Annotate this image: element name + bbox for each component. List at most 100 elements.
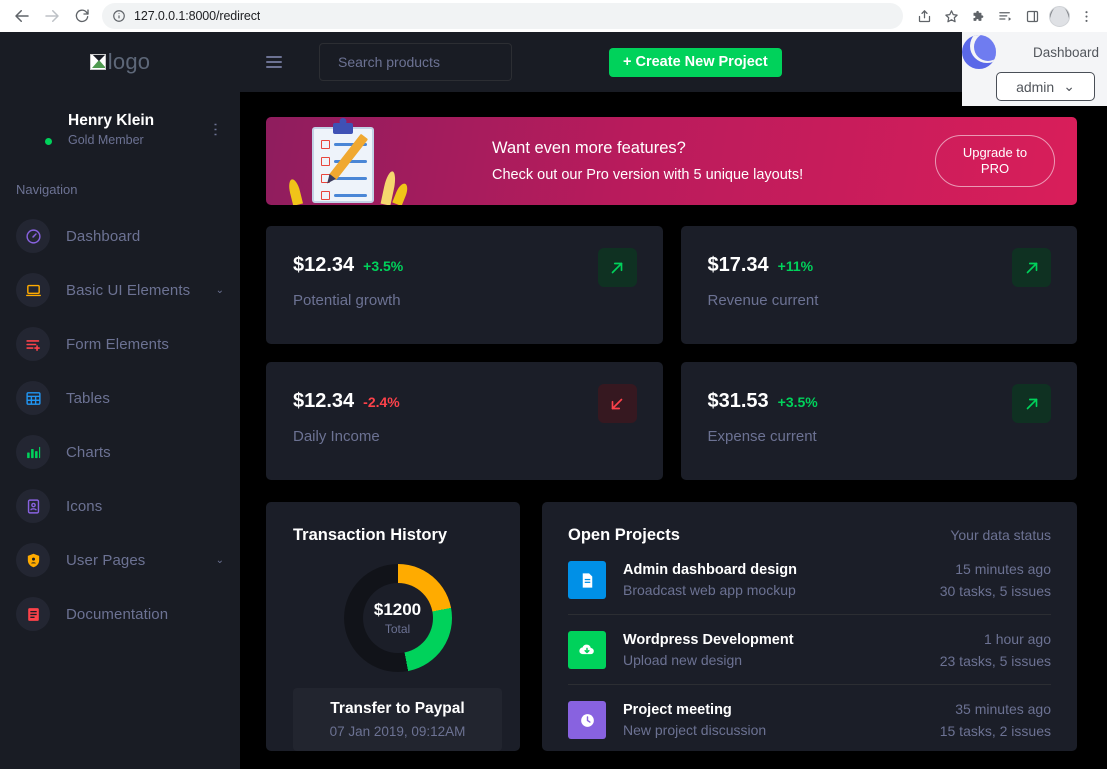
profile-name: Henry Klein bbox=[68, 111, 155, 129]
side-panel-icon[interactable] bbox=[1019, 3, 1045, 29]
url-text: 127.0.0.1:8000/redirect bbox=[134, 9, 261, 23]
transaction-name: Transfer to Paypal bbox=[330, 700, 465, 717]
hamburger-menu-icon[interactable] bbox=[266, 56, 282, 68]
latest-transaction-item[interactable]: Transfer to Paypal 07 Jan 2019, 09:12AM bbox=[293, 688, 502, 751]
stat-value: $12.34 bbox=[293, 390, 355, 412]
brand-logo[interactable]: logo bbox=[0, 32, 240, 92]
project-description: New project discussion bbox=[623, 722, 767, 738]
profile-more-icon[interactable]: ⋯ bbox=[206, 122, 224, 137]
chevron-down-icon[interactable]: ⌄ bbox=[216, 285, 224, 296]
stat-value: $17.34 bbox=[707, 254, 769, 276]
cloud-download-icon bbox=[568, 631, 606, 669]
create-new-project-button[interactable]: + Create New Project bbox=[609, 47, 782, 77]
upgrade-button-line2: PRO bbox=[980, 161, 1010, 176]
bar-chart-icon bbox=[16, 435, 50, 469]
reload-icon[interactable] bbox=[68, 2, 96, 30]
sidebar-item-dashboard[interactable]: Dashboard bbox=[0, 209, 240, 263]
back-arrow-icon[interactable] bbox=[8, 2, 36, 30]
search-box[interactable] bbox=[319, 43, 512, 81]
stat-label: Daily Income bbox=[293, 428, 380, 445]
project-description: Broadcast web app mockup bbox=[623, 582, 796, 598]
arrow-down-left-icon bbox=[597, 384, 637, 423]
sidebar-item-label: User Pages bbox=[66, 551, 146, 569]
donut-total-value: $1200 bbox=[373, 600, 422, 619]
transaction-donut-chart: $1200 Total bbox=[293, 564, 502, 672]
project-row[interactable]: Project meeting New project discussion 3… bbox=[568, 685, 1051, 754]
document-icon bbox=[16, 597, 50, 631]
sidebar-profile[interactable]: Henry Klein Gold Member ⋯ bbox=[0, 92, 240, 154]
reading-list-icon[interactable] bbox=[992, 3, 1018, 29]
upgrade-button-line1: Upgrade to bbox=[962, 144, 1028, 160]
project-time: 1 hour ago bbox=[984, 631, 1051, 647]
upgrade-to-pro-button[interactable]: Upgrade to PRO bbox=[935, 135, 1055, 187]
shield-user-icon bbox=[16, 543, 50, 577]
stat-change: +11% bbox=[777, 258, 814, 274]
page-content: Want even more features? Check out our P… bbox=[240, 92, 1107, 769]
sidebar-item-label: Tables bbox=[66, 389, 110, 407]
open-projects-card: Open Projects Your data status Admin das… bbox=[542, 502, 1077, 751]
transaction-history-title: Transaction History bbox=[293, 526, 448, 544]
sidebar-item-documentation[interactable]: Documentation bbox=[0, 587, 240, 641]
project-name: Wordpress Development bbox=[623, 632, 794, 648]
sidebar-item-charts[interactable]: Charts bbox=[0, 425, 240, 479]
share-icon[interactable] bbox=[911, 3, 937, 29]
stat-change: -2.4% bbox=[363, 394, 400, 410]
sidebar-item-form-elements[interactable]: Form Elements bbox=[0, 317, 240, 371]
sidebar-item-basic-ui-elements[interactable]: Basic UI Elements ⌄ bbox=[0, 263, 240, 317]
browser-toolbar: 127.0.0.1:8000/redirect bbox=[0, 0, 1107, 32]
transaction-history-card: Transaction History $1200 Total Transfer… bbox=[266, 502, 520, 751]
project-row[interactable]: Wordpress Development Upload new design … bbox=[568, 615, 1051, 685]
three-dot-menu-icon[interactable] bbox=[1073, 3, 1099, 29]
project-tasks: 30 tasks, 5 issues bbox=[939, 583, 1051, 599]
sidebar-item-user-pages[interactable]: User Pages ⌄ bbox=[0, 533, 240, 587]
address-bar[interactable]: 127.0.0.1:8000/redirect bbox=[102, 3, 903, 29]
overlay-title: Dashboard bbox=[1032, 44, 1099, 60]
sidebar: logo Henry Klein Gold Member ⋯ Navigatio… bbox=[0, 32, 240, 769]
broken-image-icon bbox=[89, 54, 106, 70]
project-name: Project meeting bbox=[623, 702, 732, 718]
stat-card-potential-growth: $12.34 +3.5% Potential growth bbox=[266, 226, 663, 344]
arrow-up-right-icon bbox=[1012, 384, 1051, 423]
browser-action-icons bbox=[911, 3, 1099, 29]
info-circle-icon[interactable] bbox=[112, 9, 126, 23]
stat-value: $31.53 bbox=[707, 390, 769, 412]
project-time: 15 minutes ago bbox=[955, 561, 1051, 577]
project-tasks: 23 tasks, 5 issues bbox=[939, 653, 1051, 669]
app-root: logo Henry Klein Gold Member ⋯ Navigatio… bbox=[0, 32, 1107, 769]
stat-change: +3.5% bbox=[777, 394, 818, 410]
clock-icon bbox=[568, 701, 606, 739]
chevron-down-icon: ⌄ bbox=[1063, 78, 1075, 94]
data-status-label: Your data status bbox=[950, 527, 1051, 543]
brand-alt-text: logo bbox=[107, 49, 151, 74]
star-icon[interactable] bbox=[938, 3, 964, 29]
form-lines-icon bbox=[16, 327, 50, 361]
account-select[interactable]: admin ⌄ bbox=[996, 72, 1095, 101]
search-input[interactable] bbox=[338, 54, 493, 70]
sidebar-item-label: Dashboard bbox=[66, 227, 141, 245]
clipboard-checklist-illustration bbox=[284, 117, 439, 205]
avatar bbox=[16, 110, 54, 148]
sidebar-item-tables[interactable]: Tables bbox=[0, 371, 240, 425]
profile-avatar-icon[interactable] bbox=[1046, 3, 1072, 29]
sidebar-item-icons[interactable]: Icons bbox=[0, 479, 240, 533]
chevron-down-icon[interactable]: ⌄ bbox=[216, 555, 224, 566]
sidebar-item-label: Documentation bbox=[66, 605, 169, 623]
sidebar-item-label: Form Elements bbox=[66, 335, 169, 353]
project-description: Upload new design bbox=[623, 652, 743, 668]
extensions-puzzle-icon[interactable] bbox=[965, 3, 991, 29]
project-row[interactable]: Admin dashboard design Broadcast web app… bbox=[568, 545, 1051, 615]
profile-role: Gold Member bbox=[68, 133, 144, 148]
main-area: + Create New Project bbox=[240, 32, 1107, 769]
speedometer-icon bbox=[16, 219, 50, 253]
project-time: 35 minutes ago bbox=[955, 701, 1051, 717]
project-tasks: 15 tasks, 2 issues bbox=[939, 723, 1051, 739]
sidebar-nav-list: Dashboard Basic UI Elements ⌄ Form Eleme… bbox=[0, 209, 240, 641]
sidebar-item-label: Icons bbox=[66, 497, 103, 515]
stat-label: Revenue current bbox=[707, 292, 819, 309]
online-status-dot bbox=[43, 136, 54, 147]
forward-arrow-icon[interactable] bbox=[38, 2, 66, 30]
account-select-value: admin bbox=[1016, 78, 1055, 95]
stat-card-expense-current: $31.53 +3.5% Expense current bbox=[680, 362, 1077, 480]
sidebar-item-label: Charts bbox=[66, 443, 111, 461]
donut-total-label: Total bbox=[384, 622, 411, 636]
